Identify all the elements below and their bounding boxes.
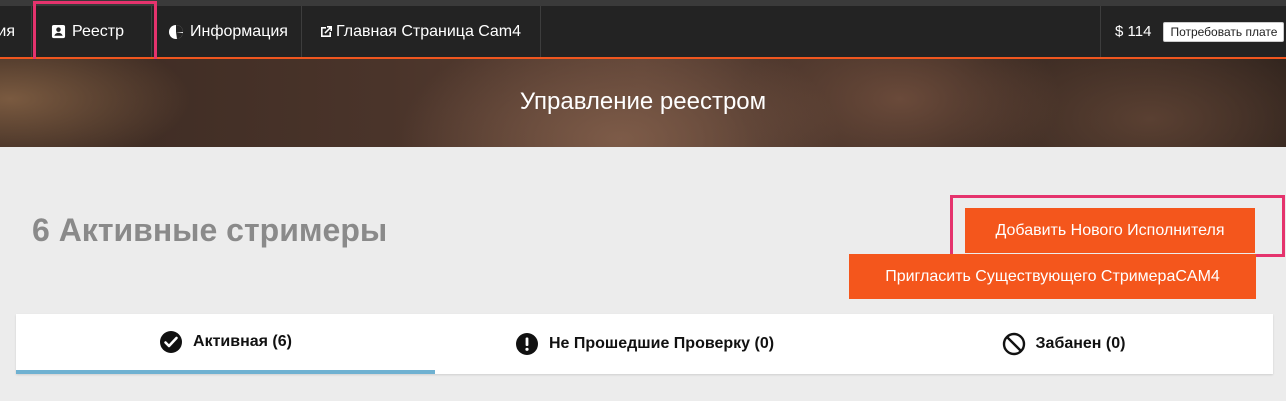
- nav-item-label: Реестр: [72, 22, 124, 40]
- balance-amount: $ 114: [1115, 23, 1152, 40]
- contact-card-icon: [51, 24, 66, 39]
- active-streamers-heading: 6 Активные стримеры: [32, 212, 388, 248]
- tab-active[interactable]: Активная (6): [16, 314, 435, 374]
- nav-item-label: Главная Страница Cam4: [336, 22, 521, 40]
- nav-item-label: ия: [0, 22, 15, 40]
- wallet-area: $ 114 Потребовать плате: [1100, 6, 1286, 57]
- request-payout-button[interactable]: Потребовать плате: [1163, 21, 1285, 42]
- check-circle-icon: [159, 330, 183, 354]
- tab-label: Не Прошедшие Проверку (0): [548, 335, 775, 352]
- tab-label: Активная (6): [193, 333, 292, 350]
- external-link-icon: [318, 24, 334, 40]
- top-navigation-bar: ия Реестр Информация Главная Страница Ca…: [0, 0, 1286, 67]
- nav-item-partial[interactable]: ия: [0, 6, 32, 57]
- invite-existing-streamer-button[interactable]: Пригласить Существующего СтримераCAM4: [849, 254, 1256, 299]
- tab-unverified[interactable]: Не Прошедшие Проверку (0): [435, 314, 854, 374]
- exclamation-circle-icon: [515, 332, 539, 356]
- nav-item-label: Информация: [190, 22, 288, 40]
- nav-item-registry[interactable]: Реестр: [32, 1, 157, 67]
- tab-label: Забанен (0): [1035, 335, 1126, 352]
- ban-icon: [1002, 332, 1026, 356]
- page-title: Управление реестром: [519, 88, 767, 115]
- nav-item-information[interactable]: Информация: [152, 6, 302, 57]
- pie-chart-icon: [168, 24, 184, 40]
- add-new-performer-button[interactable]: Добавить Нового Исполнителя: [965, 208, 1255, 253]
- main-nav: ия Реестр Информация Главная Страница Ca…: [0, 1, 541, 67]
- tab-banned[interactable]: Забанен (0): [854, 314, 1273, 374]
- status-tabs: Активная (6) Не Прошедшие Проверку (0) З…: [16, 314, 1273, 374]
- nav-item-cam4-home[interactable]: Главная Страница Cam4: [302, 6, 541, 57]
- hero-banner: Управление реестром: [0, 59, 1286, 147]
